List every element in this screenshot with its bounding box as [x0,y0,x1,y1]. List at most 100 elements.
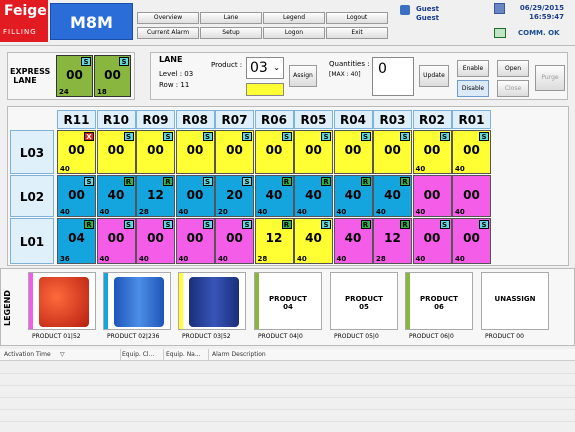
legend-item[interactable]: PRODUCT 06 [405,272,473,330]
update-button[interactable]: Update [419,65,449,87]
cell-number: 00 [104,68,121,82]
grid-cell[interactable]: 00 40 [452,175,491,217]
grid-cell[interactable]: S 00 40 [452,218,491,264]
lane-button[interactable]: Lane [200,12,262,24]
cell-number: 00 [463,143,480,157]
cell-quantity: 40 [336,208,347,216]
brand-name: Feige [4,3,47,19]
sort-icon[interactable]: ▽ [60,351,65,358]
current-alarm-button[interactable]: Current Alarm [137,27,199,39]
grid-cell[interactable]: S 00 40 [412,218,452,264]
express-cell-1[interactable]: S 00 24 [56,55,93,97]
cell-quantity: 40 [60,165,70,173]
grid-cell[interactable]: R 40 40 [373,175,412,217]
grid-cell[interactable]: S 00 40 [215,218,254,264]
cell-number: 12 [384,231,401,245]
grid-cell[interactable]: S 00 [333,130,373,174]
cell-number: 12 [147,188,164,202]
cell-number: 00 [66,68,83,82]
disable-button[interactable]: Disable [457,80,489,97]
grid-cell[interactable]: S 00 [215,130,254,174]
quantity-value: 0 [378,61,387,77]
column-header: R10 [96,110,136,129]
cell-quantity: 40 [415,255,426,263]
grid-cell[interactable]: R 12 28 [373,218,412,264]
grid-cell[interactable]: S 00 [136,130,175,174]
max-label: [MAX : 40] [329,71,361,78]
app-title: M8M [50,3,133,40]
column-header: R04 [333,110,373,129]
cell-quantity: 36 [60,255,70,263]
date-text: 06/29/2015 [519,4,564,12]
grid-cell[interactable]: X 00 40 [57,130,96,174]
legend-button[interactable]: Legend [263,12,325,24]
alarm-row-line [0,421,575,422]
grid-cell[interactable]: S 00 [254,130,294,174]
status-badge: R [360,177,371,186]
legend-item[interactable]: UNASSIGN [481,272,549,330]
status-badge: R [84,220,94,229]
grid-cell[interactable]: R 40 40 [96,175,136,217]
grid-cell[interactable]: R 40 40 [333,175,373,217]
close-button[interactable]: Close [497,80,529,97]
quantity-input[interactable]: 0 [372,57,414,96]
grid-cell[interactable]: S 00 [96,130,136,174]
blue-drum-icon [189,277,239,327]
grid-cell[interactable]: R 04 36 [57,218,96,264]
setup-button[interactable]: Setup [200,27,262,39]
legend-item[interactable] [103,272,171,330]
status-badge: S [439,132,450,141]
cell-quantity: 40 [415,165,426,173]
grid-cell[interactable]: S 00 40 [96,218,136,264]
cell-quantity: 40 [297,208,307,216]
cell-quantity: 20 [218,208,228,216]
lane-level: Level : 03 [159,70,194,78]
grid-cell[interactable]: S 00 [373,130,412,174]
grid-cell[interactable]: S 00 [294,130,333,174]
row-header: L02 [10,175,54,217]
logout-button[interactable]: Logout [326,12,388,24]
purge-button[interactable]: Purge [535,65,565,91]
legend-item[interactable]: PRODUCT 04 [254,272,322,330]
cell-quantity: 28 [257,255,268,263]
legend-item[interactable]: PRODUCT 05 [330,272,398,330]
grid-cell[interactable]: S 00 40 [452,130,491,174]
grid-cell[interactable]: R 12 28 [254,218,294,264]
grid-cell[interactable]: S 00 40 [175,218,215,264]
grid-cell[interactable]: R 40 40 [254,175,294,217]
grid-cell[interactable]: 00 40 [412,175,452,217]
overview-button[interactable]: Overview [137,12,199,24]
grid-cell[interactable]: S 00 40 [136,218,175,264]
product-select[interactable]: 03 ⌄ [246,57,284,79]
legend-color-stripe [179,273,183,329]
col-equip-class[interactable]: Equip. Cl... [122,351,154,358]
assign-button[interactable]: Assign [289,65,317,87]
col-equip-name[interactable]: Equip. Na... [166,351,201,358]
grid-cell[interactable]: S 00 40 [57,175,96,217]
grid-cell[interactable]: S 40 40 [294,218,333,264]
grid-cell[interactable]: S 00 [175,130,215,174]
cell-number: 00 [423,231,441,245]
exit-button[interactable]: Exit [326,27,388,39]
cell-number: 00 [344,143,362,157]
col-activation-time[interactable]: Activation Time [4,351,51,358]
legend-item[interactable] [28,272,96,330]
open-button[interactable]: Open [497,60,529,77]
legend-item[interactable] [178,272,246,330]
grid-cell[interactable]: S 00 40 [412,130,452,174]
chevron-down-icon: ⌄ [273,63,280,72]
express-cell-2[interactable]: S 00 18 [94,55,131,97]
grid-cell[interactable]: S 00 40 [175,175,215,217]
legend-caption: PRODUCT 06|0 [409,333,454,340]
grid-cell[interactable]: S 20 20 [215,175,254,217]
cell-number: 00 [423,188,441,202]
col-alarm-description[interactable]: Alarm Description [212,351,266,358]
comm-status: COMM. OK [494,28,574,40]
logon-button[interactable]: Logon [263,27,325,39]
grid-cell[interactable]: R 12 28 [136,175,175,217]
grid-cell[interactable]: R 40 40 [333,218,373,264]
enable-button[interactable]: Enable [457,60,489,77]
cell-number: 00 [186,231,204,245]
grid-cell[interactable]: R 40 40 [294,175,333,217]
status-badge: S [281,132,292,141]
